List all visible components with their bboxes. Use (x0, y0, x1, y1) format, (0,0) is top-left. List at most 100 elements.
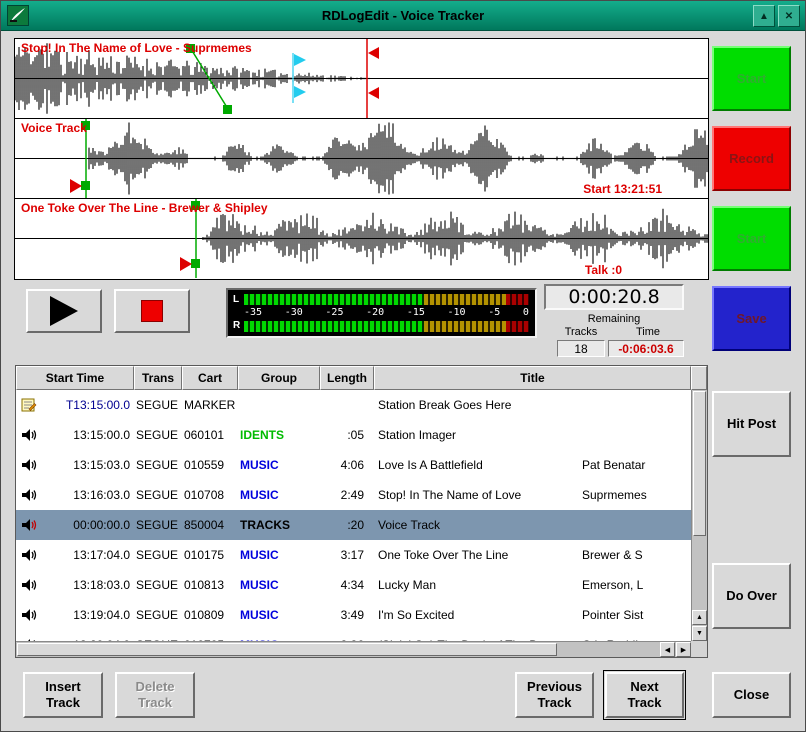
cell-length: 3:49 (320, 608, 374, 622)
cell-length: :05 (320, 428, 374, 442)
track-1-waveform[interactable]: Stop! In The Name of Love - Suprmemes (15, 39, 708, 119)
cell-title: Station Break Goes Here (374, 390, 691, 420)
cell-length: :20 (320, 518, 374, 532)
hit-post-button[interactable]: Hit Post (712, 391, 791, 457)
cell-group: TRACKS (238, 518, 320, 532)
save-button[interactable]: Save (712, 286, 791, 351)
scroll-right-button[interactable]: ▶ (676, 642, 691, 657)
cell-title: I'm So ExcitedPointer Sist (374, 600, 691, 630)
scroll-down-button[interactable]: ▼ (692, 626, 707, 641)
horizontal-scrollbar-thumb[interactable] (17, 643, 557, 656)
record-button[interactable]: Record (712, 126, 791, 191)
do-over-button[interactable]: Do Over (712, 563, 791, 629)
column-header-group[interactable]: Group (238, 366, 320, 390)
log-row[interactable]: 13:15:03.0SEGUE010559MUSIC4:06Love Is A … (16, 450, 691, 480)
meter-left-bar (244, 294, 529, 305)
delete-track-button[interactable]: Delete Track (115, 672, 195, 718)
stop-icon (141, 300, 163, 322)
speaker-icon (16, 487, 42, 503)
cell-group: MUSIC (238, 608, 320, 622)
cell-start-time: T13:15:00.0 (42, 398, 134, 412)
cell-trans: SEGUE (134, 398, 182, 412)
title-bar[interactable]: RDLogEdit - Voice Tracker ▲ ✕ (1, 1, 805, 31)
scroll-left-button[interactable]: ◀ (660, 642, 675, 657)
column-header-length[interactable]: Length (320, 366, 374, 390)
log-row[interactable]: T13:15:00.0SEGUEMARKER Station Break Goes… (16, 390, 691, 420)
start-track1-button[interactable]: Start (712, 46, 791, 111)
cell-cart: 010559 (182, 458, 238, 472)
maximize-button[interactable]: ▲ (753, 5, 775, 27)
log-table: Start Time Trans Cart Group Length Title… (15, 365, 708, 658)
playhead-marker[interactable] (70, 179, 82, 193)
cell-start-time: 13:15:03.0 (42, 458, 134, 472)
previous-track-button[interactable]: Previous Track (515, 672, 594, 718)
track-start-bottom-handle[interactable] (81, 181, 90, 190)
next-track-button[interactable]: Next Track (605, 672, 684, 718)
vertical-scrollbar-thumb[interactable] (693, 391, 706, 536)
log-row[interactable]: 13:15:00.0SEGUE060101IDENTS:05Station Im… (16, 420, 691, 450)
meter-scale-label: -20 (366, 307, 384, 320)
meter-green-zone (244, 321, 424, 332)
log-row[interactable]: 13:16:03.0SEGUE010708MUSIC2:49Stop! In T… (16, 480, 691, 510)
talk-marker[interactable] (180, 257, 192, 271)
speaker-icon (16, 547, 42, 563)
meter-scale-label: 0 (523, 307, 529, 320)
marker-icon (16, 397, 42, 413)
track-3-waveform[interactable]: One Toke Over The Line - Brewer & Shiple… (15, 199, 708, 279)
play-button[interactable] (26, 289, 102, 333)
cell-cart: 850004 (182, 518, 238, 532)
meter-right-bar (244, 321, 529, 332)
meter-scale-label: -25 (325, 307, 343, 320)
column-header-cart[interactable]: Cart (182, 366, 238, 390)
horizontal-scrollbar[interactable]: ◀ ▶ (16, 641, 691, 657)
cell-title: Love Is A BattlefieldPat Benatar (374, 450, 691, 480)
cell-artist: Otis Reddin (582, 630, 645, 641)
fade-out-end-handle[interactable] (223, 105, 232, 114)
meter-yellow-zone (424, 321, 507, 332)
insert-track-button[interactable]: Insert Track (23, 672, 103, 718)
track-2-waveform[interactable]: Voice Track Start 13:21:51 (15, 119, 708, 199)
vertical-scrollbar[interactable]: ▲ ▼ (691, 390, 707, 641)
start-track3-button[interactable]: Start (712, 206, 791, 271)
cell-start-time: 13:16:03.0 (42, 488, 134, 502)
voice-tracker-window: RDLogEdit - Voice Tracker ▲ ✕ Stop! In T… (0, 0, 806, 732)
close-button[interactable]: Close (712, 672, 791, 718)
column-header-title[interactable]: Title (374, 366, 691, 390)
remaining-time-label: Time (613, 326, 683, 338)
cell-start-time: 13:15:00.0 (42, 428, 134, 442)
log-row[interactable]: 13:17:04.0SEGUE010175MUSIC3:17One Toke O… (16, 540, 691, 570)
meter-scale-label: -30 (285, 307, 303, 320)
meter-left-label: L (233, 294, 239, 305)
end-marker-bottom-handle[interactable] (368, 87, 379, 99)
stop-button[interactable] (114, 289, 190, 333)
play-icon (50, 296, 78, 326)
speaker-track-icon (16, 517, 42, 533)
log-row[interactable]: 13:18:03.0SEGUE010813MUSIC4:34Lucky ManE… (16, 570, 691, 600)
track-2-title: Voice Track (21, 121, 87, 135)
meter-green-zone (244, 294, 424, 305)
cell-group: MUSIC (238, 578, 320, 592)
cell-artist: Suprmemes (582, 480, 647, 510)
cell-cart: MARKER (182, 398, 238, 412)
segue-start-bottom-handle[interactable] (191, 259, 200, 268)
log-row[interactable]: 13:19:04.0SEGUE010809MUSIC3:49I'm So Exc… (16, 600, 691, 630)
segue-marker-top-handle[interactable] (294, 54, 306, 66)
cell-cart: 010809 (182, 608, 238, 622)
segue-marker-bottom-handle[interactable] (294, 86, 306, 98)
cell-trans: SEGUE (134, 428, 182, 442)
waveform-panel: Stop! In The Name of Love - Suprmemes Vo… (14, 38, 709, 280)
scroll-up-button[interactable]: ▲ (692, 610, 707, 625)
column-header-start-time[interactable]: Start Time (16, 366, 134, 390)
window-close-button[interactable]: ✕ (778, 5, 800, 27)
track-3-title: One Toke Over The Line - Brewer & Shiple… (21, 201, 268, 215)
log-row[interactable]: 13:20:04.0SEGUE010705MUSIC3:36(Sittin' O… (16, 630, 691, 641)
cell-group: IDENTS (238, 428, 320, 442)
cell-trans: SEGUE (134, 608, 182, 622)
remaining-label: Remaining (544, 313, 684, 325)
log-row[interactable]: 00:00:00.0SEGUE850004TRACKS:20Voice Trac… (16, 510, 691, 540)
column-header-trans[interactable]: Trans (134, 366, 182, 390)
cell-artist: Emerson, L (582, 570, 643, 600)
meter-yellow-zone (424, 294, 507, 305)
end-marker-top-handle[interactable] (368, 47, 379, 59)
log-rows: T13:15:00.0SEGUEMARKERStation Break Goes… (16, 390, 691, 641)
